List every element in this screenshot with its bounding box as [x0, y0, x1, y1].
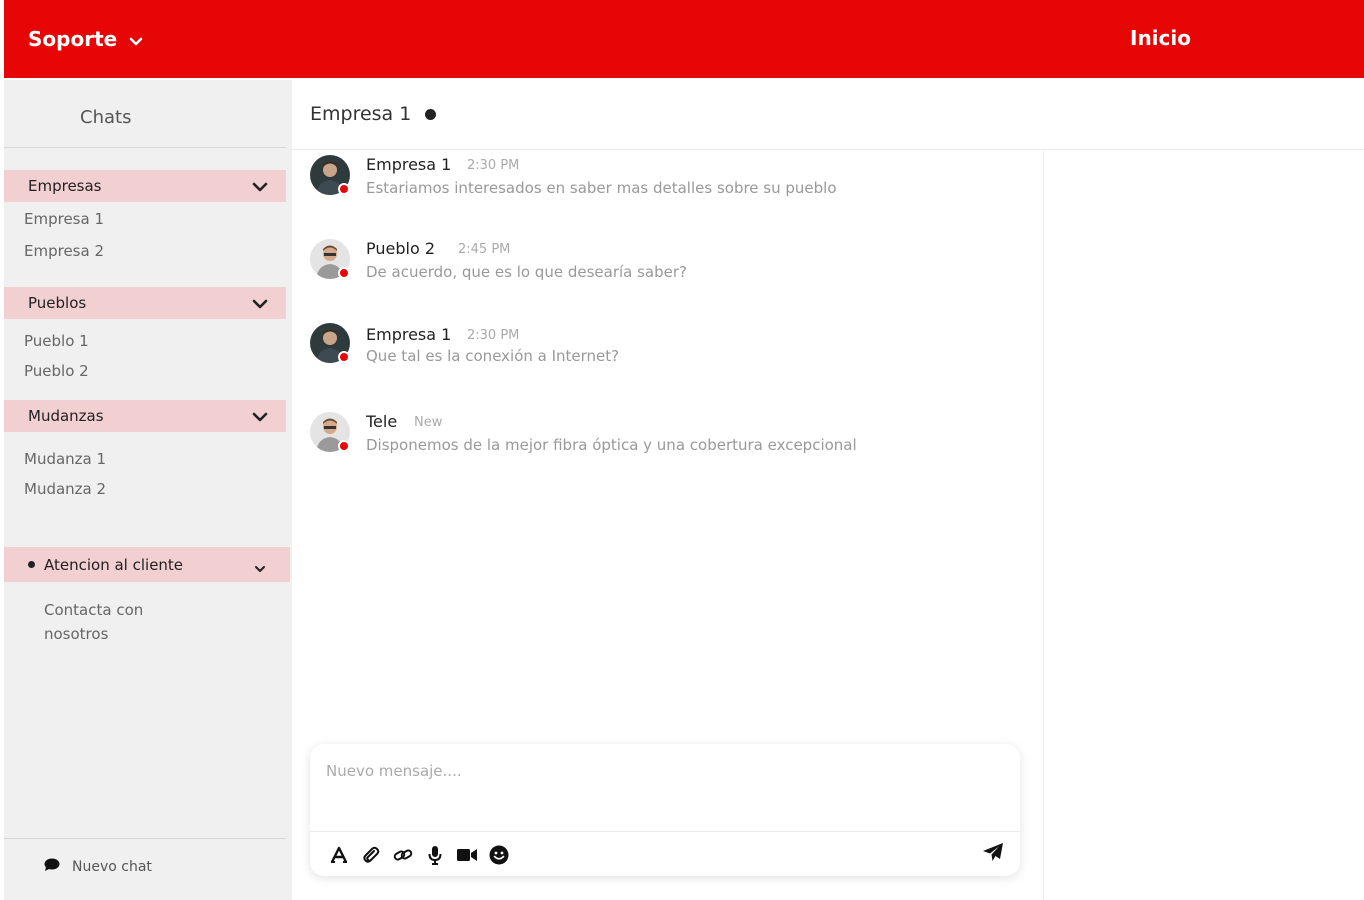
chat-bubble-icon	[44, 858, 60, 876]
divider	[310, 831, 1020, 832]
support-menu-button[interactable]: Soporte	[28, 26, 143, 52]
group-label: Pueblos	[28, 294, 87, 312]
message-text: Estariamos interesados en saber mas deta…	[366, 179, 837, 197]
sidebar-item-pueblo-1[interactable]: Pueblo 1	[24, 332, 89, 350]
message-text: Que tal es la conexión a Internet?	[366, 347, 620, 365]
message-author: Tele	[366, 412, 398, 431]
sidebar-item-empresa-2[interactable]: Empresa 2	[24, 242, 104, 260]
sidebar-item-empresa-1[interactable]: Empresa 1	[24, 210, 104, 228]
composer-toolbar	[328, 844, 520, 866]
status-badge	[338, 351, 350, 363]
chat-header: Empresa 1	[292, 80, 1364, 150]
chevron-down-icon	[252, 296, 268, 314]
bullet-icon	[28, 561, 35, 568]
divider	[1043, 151, 1044, 900]
message-time: 2:45 PM	[458, 242, 511, 257]
sidebar: Chats Empresas Empresa 1 Empresa 2 Puebl…	[4, 80, 292, 900]
paperclip-icon[interactable]	[360, 844, 382, 866]
status-badge	[338, 183, 350, 195]
message-time: 2:30 PM	[467, 158, 520, 173]
send-icon[interactable]	[982, 842, 1006, 866]
app-window: Soporte Inicio Chats Empresas Empresa 1 …	[4, 0, 1364, 900]
message-time: 2:30 PM	[467, 328, 520, 343]
group-mudanzas[interactable]: Mudanzas	[4, 400, 286, 432]
group-pueblos[interactable]: Pueblos	[4, 287, 286, 319]
message-input[interactable]	[326, 762, 996, 780]
text-format-icon[interactable]	[328, 844, 350, 866]
divider	[4, 838, 286, 839]
message-author: Empresa 1	[366, 155, 452, 174]
chevron-down-icon	[252, 179, 268, 197]
sidebar-title: Chats	[80, 107, 132, 128]
divider	[4, 147, 286, 148]
status-badge	[338, 267, 350, 279]
top-bar: Soporte Inicio	[4, 0, 1364, 78]
message-author: Empresa 1	[366, 325, 452, 344]
chat-title: Empresa 1	[310, 103, 437, 125]
message-text: Disponemos de la mejor fibra óptica y un…	[366, 436, 857, 454]
group-label: Atencion al cliente	[44, 555, 184, 574]
contact-link[interactable]: Contacta con nosotros	[44, 598, 184, 646]
new-chat-label: Nuevo chat	[72, 859, 152, 875]
chevron-down-icon	[252, 409, 268, 427]
sidebar-item-mudanza-1[interactable]: Mudanza 1	[24, 450, 106, 468]
message-author: Pueblo 2	[366, 239, 436, 258]
message-item: Pueblo 2 2:45 PM De acuerdo, que es lo q…	[310, 239, 1030, 299]
group-atencion-cliente[interactable]: Atencion al cliente	[4, 547, 290, 582]
group-label: Empresas	[28, 177, 102, 195]
sidebar-item-pueblo-2[interactable]: Pueblo 2	[24, 362, 89, 380]
group-label: Mudanzas	[28, 407, 104, 425]
microphone-icon[interactable]	[424, 844, 446, 866]
new-chat-button[interactable]: Nuevo chat	[44, 858, 152, 876]
link-icon[interactable]	[392, 844, 414, 866]
sidebar-item-mudanza-2[interactable]: Mudanza 2	[24, 480, 106, 498]
message-item: Tele New Disponemos de la mejor fibra óp…	[310, 412, 1030, 472]
chevron-down-icon	[254, 560, 266, 578]
chevron-down-icon	[129, 28, 143, 52]
chat-title-label: Empresa 1	[310, 103, 412, 125]
support-menu-label: Soporte	[28, 27, 118, 51]
video-camera-icon[interactable]	[456, 844, 478, 866]
online-status-icon	[425, 108, 437, 120]
message-composer	[310, 744, 1020, 876]
status-badge	[338, 440, 350, 452]
message-item: Empresa 1 2:30 PM Que tal es la conexión…	[310, 323, 1030, 383]
message-time: New	[414, 415, 443, 430]
group-empresas[interactable]: Empresas	[4, 170, 286, 202]
home-link[interactable]: Inicio	[1130, 26, 1191, 50]
message-text: De acuerdo, que es lo que desearía saber…	[366, 263, 687, 281]
message-item: Empresa 1 2:30 PM Estariamos interesados…	[310, 155, 1030, 215]
emoji-icon[interactable]	[488, 844, 510, 866]
